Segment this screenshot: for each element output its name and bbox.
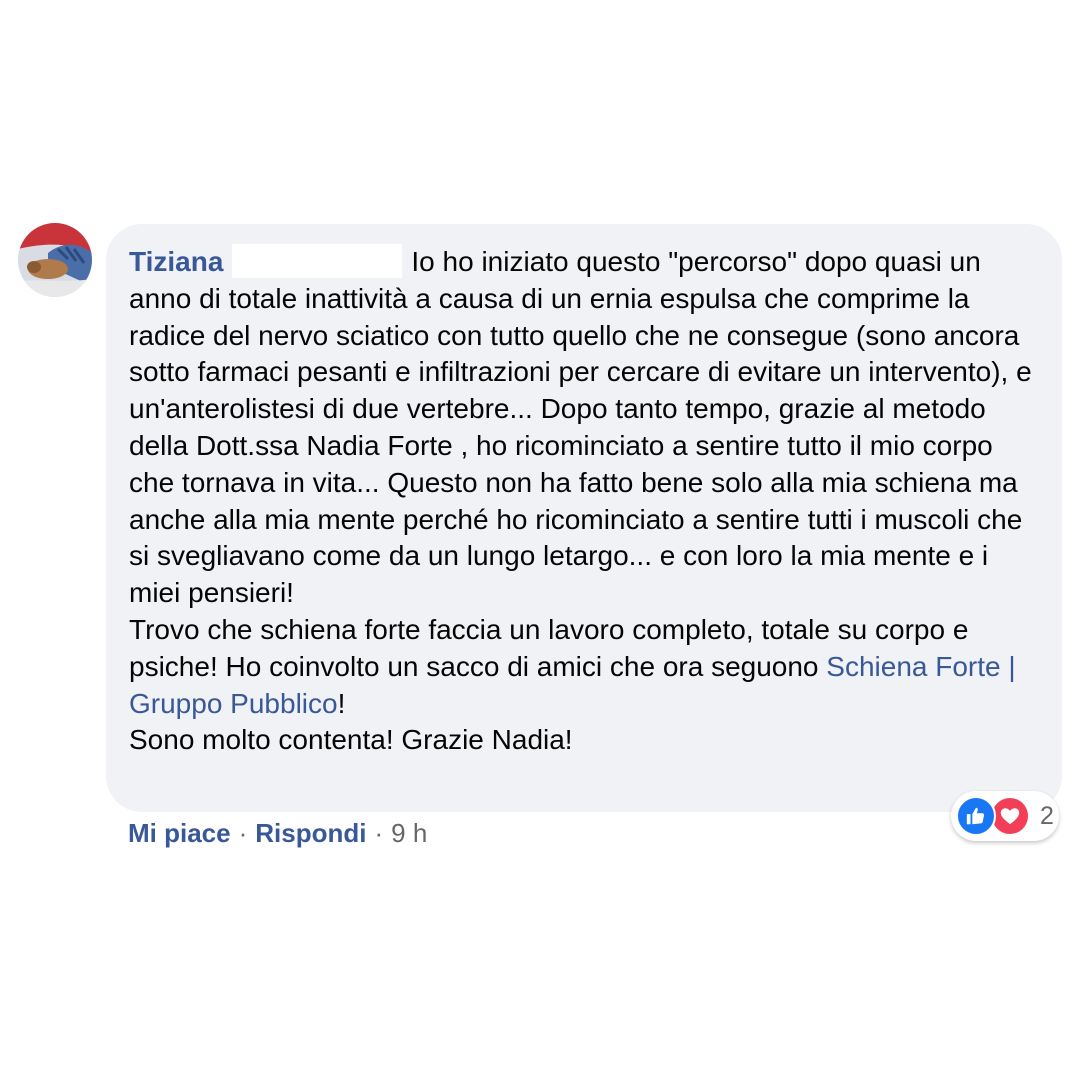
- comment-bubble: Tiziana Io ho iniziato questo "percorso" …: [106, 224, 1062, 812]
- comment-body-part1: Io ho iniziato questo "percorso" dopo qu…: [129, 246, 1032, 609]
- timestamp[interactable]: 9 h: [391, 818, 427, 849]
- comment-author[interactable]: Tiziana: [129, 246, 223, 277]
- avatar[interactable]: [18, 223, 92, 297]
- reactions-summary[interactable]: 2: [951, 791, 1059, 841]
- comment-body-link-suffix: !: [337, 687, 346, 719]
- reaction-count: 2: [1040, 801, 1054, 830]
- comment-actions: Mi piace · Rispondi · 9 h: [128, 818, 427, 849]
- like-button[interactable]: Mi piace: [128, 818, 231, 849]
- like-icon: [956, 796, 996, 836]
- reply-button[interactable]: Rispondi: [255, 818, 366, 849]
- separator: ·: [238, 818, 248, 848]
- separator: ·: [374, 818, 384, 848]
- comment-text: Tiziana Io ho iniziato questo "percorso" …: [129, 244, 1042, 759]
- comment-body-part3: Sono molto contenta! Grazie Nadia!: [129, 724, 573, 756]
- love-icon: [990, 796, 1030, 836]
- redacted-surname: [232, 244, 403, 278]
